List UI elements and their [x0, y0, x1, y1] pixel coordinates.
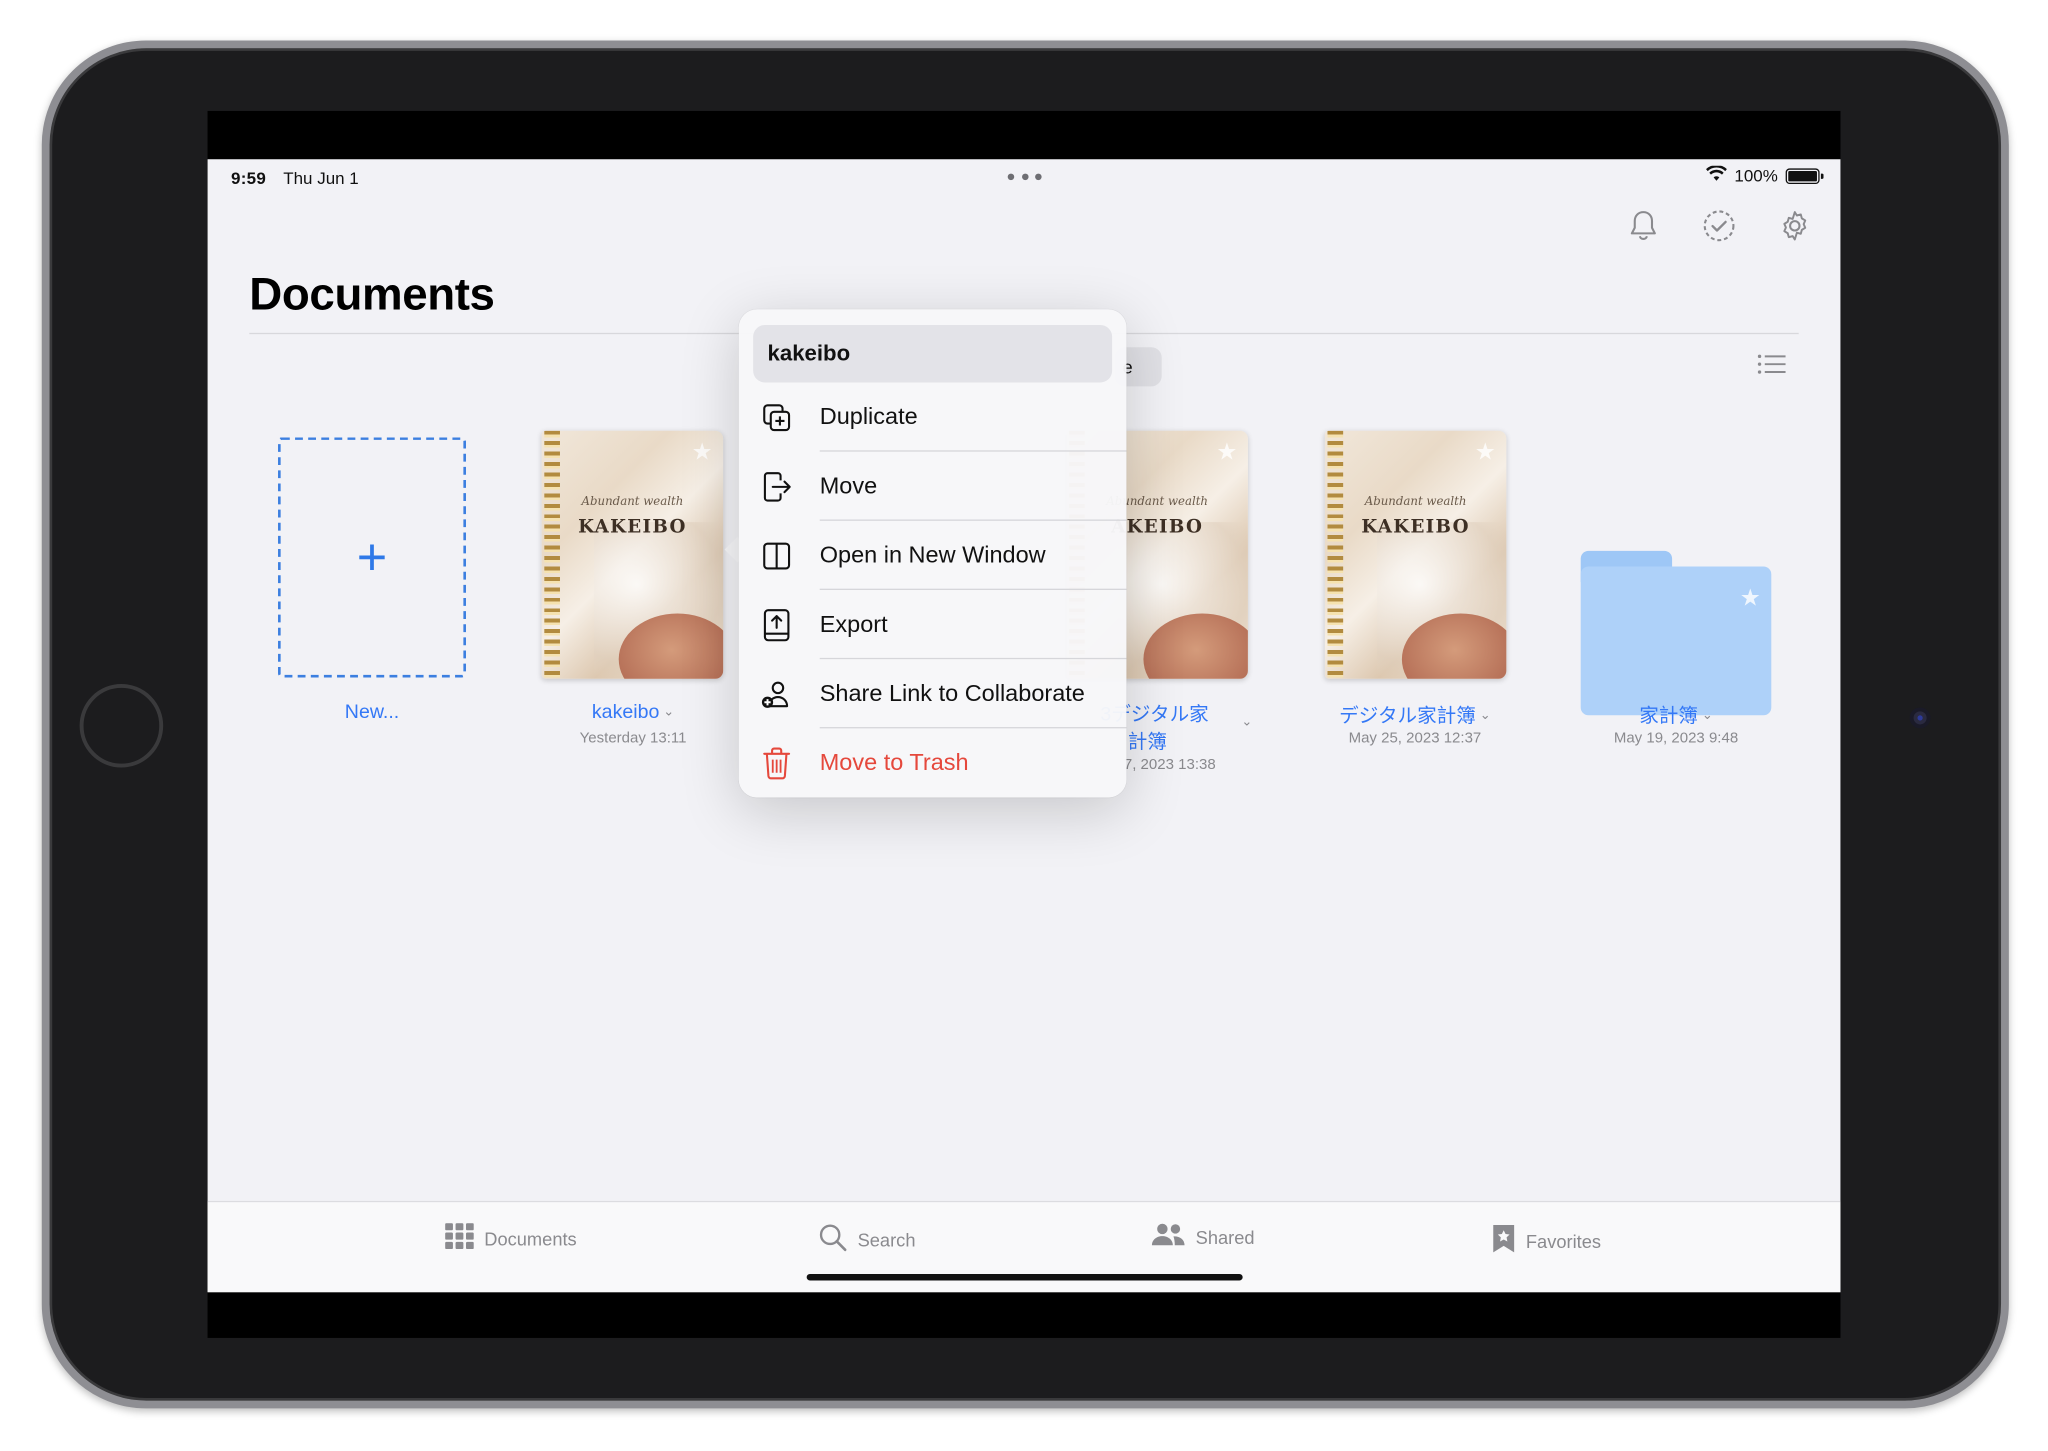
cover-script: Abundant wealth — [1364, 496, 1467, 510]
documents-app: 9:59 Thu Jun 1 100% Documents e + New...… — [207, 159, 1841, 1293]
menu-item-label: Share Link to Collaborate — [819, 680, 1085, 707]
tab-label: Search — [857, 1228, 916, 1250]
menu-item-label: Open in New Window — [819, 541, 1046, 568]
move-icon — [760, 469, 794, 503]
people-icon — [1151, 1223, 1185, 1250]
menu-item-label: Duplicate — [819, 403, 918, 430]
menu-item-move-to-trash[interactable]: Move to Trash — [739, 728, 1127, 797]
tab-label: Favorites — [1525, 1230, 1602, 1252]
trash-icon — [760, 746, 794, 780]
chevron-down-icon[interactable]: ⌄ — [1241, 715, 1252, 729]
document-name-line2[interactable]: 計簿 — [1128, 727, 1180, 754]
document-name[interactable]: デジタル家計簿 ⌄ — [1311, 701, 1520, 728]
home-button[interactable] — [79, 683, 164, 768]
status-right: 100% — [1705, 164, 1824, 186]
cover-title: KAKEIBO — [578, 516, 687, 538]
context-menu: kakeibo Duplicate Move Open in New Windo… — [738, 309, 1127, 798]
document-name[interactable]: kakeibo ⌄ — [529, 701, 738, 723]
document-name-text: デジタル家計簿 — [1339, 704, 1476, 728]
tab-label: Shared — [1195, 1226, 1255, 1248]
chevron-down-icon[interactable]: ⌄ — [1480, 709, 1491, 723]
tab-documents[interactable]: Documents — [445, 1223, 577, 1253]
multitasking-dots[interactable] — [1007, 173, 1042, 182]
menu-item-share-link[interactable]: Share Link to Collaborate — [739, 659, 1127, 728]
bookmark-star-icon — [1492, 1223, 1515, 1258]
star-icon[interactable]: ★ — [1740, 585, 1761, 612]
wifi-icon — [1705, 164, 1727, 186]
star-icon[interactable]: ★ — [1216, 439, 1237, 466]
folder-name[interactable]: 家計簿 ⌄ — [1572, 701, 1781, 728]
tab-bar: Documents Search Shared Favorites — [207, 1200, 1841, 1293]
menu-item-export[interactable]: Export — [739, 590, 1127, 659]
select-check-icon[interactable] — [1702, 209, 1736, 243]
document-date: May 25, 2023 12:37 — [1348, 730, 1482, 747]
plus-icon: + — [356, 528, 388, 587]
folder-tile[interactable]: ★ — [1580, 550, 1772, 716]
split-window-icon — [760, 538, 794, 572]
menu-item-label: Export — [819, 610, 888, 637]
context-menu-title: kakeibo — [753, 325, 1113, 383]
home-indicator — [806, 1273, 1243, 1281]
star-icon[interactable]: ★ — [692, 439, 713, 466]
tab-search[interactable]: Search — [818, 1223, 915, 1256]
toolbar-icons — [1626, 209, 1811, 243]
chevron-down-icon[interactable]: ⌄ — [663, 705, 674, 719]
cover-title: KAKEIBO — [1361, 516, 1470, 538]
folder-name-text: 家計簿 — [1639, 704, 1698, 728]
new-document-tile[interactable]: + — [278, 437, 466, 678]
menu-item-label: Move to Trash — [819, 749, 969, 776]
grid-icon — [445, 1223, 474, 1253]
list-view-icon[interactable] — [1757, 352, 1786, 382]
status-time: 9:59 — [231, 168, 267, 188]
new-document-label[interactable]: New... — [281, 701, 464, 723]
share-collaborate-icon — [760, 677, 794, 711]
notebook-cover[interactable]: Abundant wealth KAKEIBO ★ — [1324, 430, 1507, 679]
menu-item-move[interactable]: Move — [739, 452, 1127, 521]
document-date: Yesterday 13:11 — [579, 730, 687, 747]
menu-item-duplicate[interactable]: Duplicate — [739, 382, 1127, 451]
document-date: 7, 2023 13:38 — [1123, 757, 1216, 773]
duplicate-icon — [760, 400, 794, 434]
search-icon — [818, 1223, 847, 1256]
menu-item-open-new-window[interactable]: Open in New Window — [739, 521, 1127, 590]
chevron-down-icon[interactable]: ⌄ — [1702, 709, 1713, 723]
front-camera — [1909, 707, 1931, 729]
menu-item-label: Move — [819, 472, 878, 499]
stage: 9:59 Thu Jun 1 100% Documents e + New...… — [0, 0, 2048, 1450]
gear-icon[interactable] — [1778, 209, 1812, 243]
document-name-text: kakeibo — [591, 700, 660, 724]
page-title: Documents — [249, 268, 495, 320]
battery-percent: 100% — [1734, 165, 1778, 186]
star-icon[interactable]: ★ — [1475, 439, 1496, 466]
export-icon — [760, 608, 794, 642]
screen: 9:59 Thu Jun 1 100% Documents e + New...… — [207, 110, 1841, 1338]
tab-shared[interactable]: Shared — [1151, 1223, 1255, 1250]
battery-icon — [1785, 167, 1824, 184]
bell-icon[interactable] — [1626, 209, 1660, 243]
status-date: Thu Jun 1 — [283, 168, 359, 188]
cover-script: Abundant wealth — [581, 496, 684, 510]
folder-date: May 19, 2023 9:48 — [1613, 730, 1739, 747]
notebook-cover[interactable]: Abundant wealth KAKEIBO ★ — [541, 430, 724, 679]
tab-favorites[interactable]: Favorites — [1492, 1223, 1601, 1258]
tab-label: Documents — [484, 1227, 577, 1249]
